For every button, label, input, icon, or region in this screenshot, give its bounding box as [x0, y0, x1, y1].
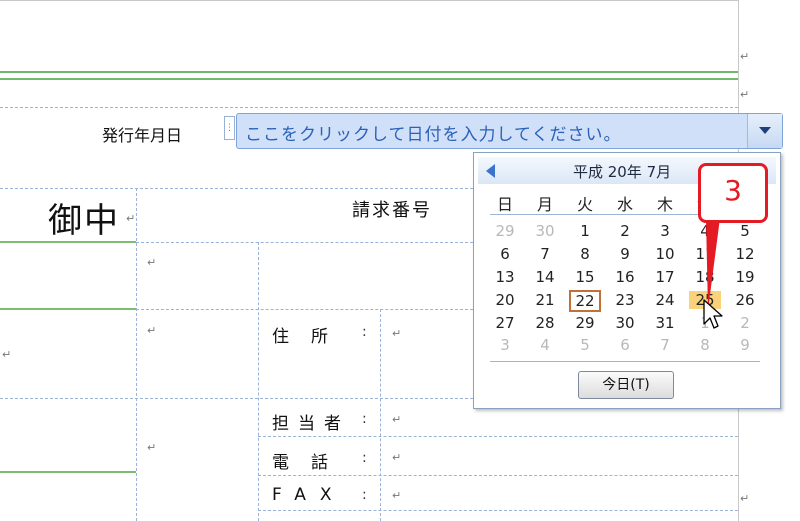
calendar-day[interactable]: 16	[609, 268, 641, 286]
table-gridline	[0, 398, 473, 399]
header-rule-2	[0, 78, 738, 80]
calendar-day[interactable]: 14	[529, 268, 561, 286]
contact-person-label: 担当者	[272, 414, 350, 434]
calendar-day[interactable]: 26	[729, 291, 761, 309]
table-gridline	[0, 107, 738, 108]
invoice-number-label: 請求番号	[352, 200, 432, 221]
mouse-pointer-icon	[703, 299, 723, 329]
weekday-header: 日	[496, 195, 513, 214]
chevron-down-icon	[759, 127, 771, 134]
paragraph-mark: ↵	[126, 212, 136, 225]
calendar-day[interactable]: 15	[569, 268, 601, 286]
calendar-day[interactable]: 30	[609, 314, 641, 332]
calendar-day[interactable]: 9	[609, 245, 641, 263]
fax-colon: :	[362, 487, 367, 503]
issue-date-label: 発行年月日	[102, 126, 183, 145]
paragraph-mark: ↵	[740, 492, 750, 505]
paragraph-mark: ↵	[2, 348, 12, 361]
step-number: 3	[724, 174, 742, 207]
calendar-day[interactable]: 21	[529, 291, 561, 309]
table-gridline	[136, 309, 473, 310]
calendar-day[interactable]: 13	[489, 268, 521, 286]
calendar-day[interactable]: 4	[529, 336, 561, 354]
calendar-day[interactable]: 10	[649, 245, 681, 263]
weekday-header: 木	[656, 195, 673, 214]
calendar-day[interactable]: 31	[649, 314, 681, 332]
calendar-month-title[interactable]: 平成 20年 7月	[573, 161, 671, 182]
address-colon: :	[362, 324, 367, 340]
paragraph-mark: ↵	[147, 256, 157, 269]
calendar-day[interactable]: 2	[609, 222, 641, 240]
paragraph-mark: ↵	[392, 327, 402, 340]
left-column-rule	[0, 471, 136, 473]
step-callout: 3	[698, 163, 768, 223]
table-gridline	[258, 475, 738, 476]
calendar-day[interactable]: 20	[489, 291, 521, 309]
calendar-separator	[490, 361, 760, 362]
calendar-day[interactable]: 30	[529, 222, 561, 240]
weekday-header: 月	[536, 195, 553, 214]
calendar-day[interactable]: 3	[649, 222, 681, 240]
weekday-header: 火	[576, 195, 593, 214]
paragraph-mark: ↵	[740, 88, 750, 101]
calendar-day[interactable]: 1	[569, 222, 601, 240]
calendar-day[interactable]: 28	[529, 314, 561, 332]
paragraph-mark: ↵	[392, 451, 402, 464]
calendar-day[interactable]: 6	[489, 245, 521, 263]
paragraph-mark: ↵	[392, 413, 402, 426]
calendar-day[interactable]: 3	[489, 336, 521, 354]
calendar-day-today[interactable]: 22	[569, 290, 601, 312]
calendar-day[interactable]: 6	[609, 336, 641, 354]
calendar-day[interactable]: 5	[569, 336, 601, 354]
weekday-header: 水	[616, 195, 633, 214]
today-button[interactable]: 今日(T)	[578, 371, 674, 399]
calendar-day[interactable]: 5	[729, 222, 761, 240]
calendar-day[interactable]: 2	[729, 314, 761, 332]
content-control-handle[interactable]: ⋮	[224, 116, 235, 140]
table-gridline	[0, 188, 473, 189]
table-gridline	[136, 242, 473, 243]
date-dropdown-button[interactable]	[747, 114, 782, 148]
left-column-rule	[0, 308, 136, 310]
table-gridline	[258, 436, 738, 437]
date-picker-control[interactable]: ここをクリックして日付を入力してください。	[236, 113, 783, 149]
calendar-day[interactable]: 27	[489, 314, 521, 332]
table-gridline	[136, 188, 137, 521]
paragraph-mark: ↵	[392, 489, 402, 502]
table-gridline	[258, 510, 738, 511]
previous-month-arrow-icon[interactable]	[486, 164, 495, 178]
contact-person-colon: :	[362, 411, 367, 427]
calendar-day[interactable]: 17	[649, 268, 681, 286]
date-placeholder-text[interactable]: ここをクリックして日付を入力してください。	[245, 120, 621, 145]
table-gridline	[380, 309, 381, 521]
phone-colon: :	[362, 450, 367, 466]
addressee-suffix: 御中	[48, 201, 120, 241]
calendar-day[interactable]: 23	[609, 291, 641, 309]
fax-label: FAX	[272, 485, 346, 505]
address-label: 住所	[272, 327, 350, 347]
header-rule-1	[0, 71, 738, 73]
table-gridline	[258, 242, 259, 521]
calendar-day[interactable]: 29	[569, 314, 601, 332]
calendar-day[interactable]: 24	[649, 291, 681, 309]
paragraph-mark: ↵	[740, 50, 750, 63]
phone-label: 電話	[272, 453, 350, 473]
calendar-day[interactable]: 7	[529, 245, 561, 263]
calendar-day[interactable]: 8	[569, 245, 601, 263]
paragraph-mark: ↵	[147, 324, 157, 337]
calendar-day[interactable]: 8	[689, 336, 721, 354]
calendar-day[interactable]: 19	[729, 268, 761, 286]
calendar-day[interactable]: 12	[729, 245, 761, 263]
calendar-day[interactable]: 7	[649, 336, 681, 354]
paragraph-mark: ↵	[147, 441, 157, 454]
page-top-border	[0, 0, 738, 1]
calendar-day[interactable]: 29	[489, 222, 521, 240]
calendar-day[interactable]: 9	[729, 336, 761, 354]
